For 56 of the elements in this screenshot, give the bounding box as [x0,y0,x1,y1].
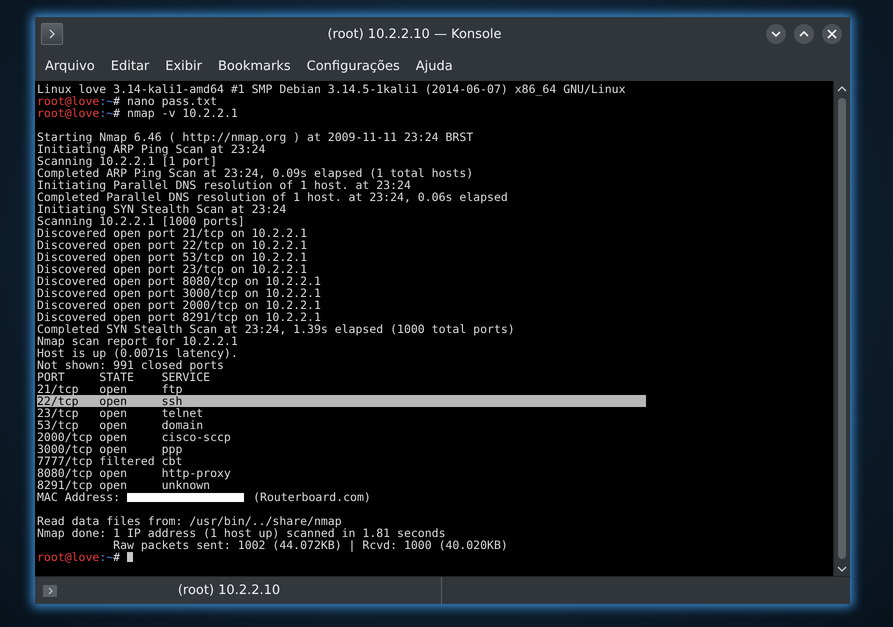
menu-item[interactable]: Arquivo [37,58,103,74]
terminal-line: Nmap done: 1 IP address (1 host up) scanned in 1.81 seconds [37,527,446,539]
scroll-up-icon[interactable] [837,85,847,93]
menu-item[interactable]: Bookmarks [210,58,299,74]
terminal-line: 7777/tcp filtered cbt [37,455,182,467]
terminal-line: Initiating SYN Stealth Scan at 23:24 [37,203,286,215]
menu-item[interactable]: Exibir [157,58,210,74]
terminal-line: Completed SYN Stealth Scan at 23:24, 1.39s elapsed (1000 total ports) [37,323,515,335]
terminal-line: Host is up (0.0071s latency). [37,347,238,359]
terminal-line: PORT STATE SERVICE [37,371,210,383]
terminal-line: 21/tcp open ftp [37,383,182,395]
terminal-line: Scanning 10.2.2.1 [1 port] [37,155,218,167]
terminal-line: 23/tcp open telnet [37,407,204,419]
terminal-line: Completed ARP Ping Scan at 23:24, 0.09s elapsed (1 total hosts) [37,167,474,179]
terminal-line: Discovered open port 8080/tcp on 10.2.2.1 [37,275,321,287]
terminal-line: Initiating Parallel DNS resolution of 1 host. at 23:24 [37,179,411,191]
terminal-line: Discovered open port 2000/tcp on 10.2.2.1 [37,299,321,311]
close-icon [826,28,838,40]
terminal-line: Raw packets sent: 1002 (44.072KB) | Rcvd: 1000 (40.020KB) [112,539,508,551]
minimize-button[interactable] [766,24,786,44]
maximize-button[interactable] [794,24,814,44]
terminal-app-button[interactable] [41,23,63,45]
terminal-line: Read data files from: /usr/bin/../share/nmap [37,515,342,527]
terminal-line: Discovered open port 23/tcp on 10.2.2.1 [37,263,308,275]
terminal-line: 8291/tcp open unknown [37,479,210,491]
scrollbar[interactable] [833,81,850,576]
terminal-line: Discovered open port 21/tcp on 10.2.2.1 [37,227,308,239]
scroll-down-icon[interactable] [837,565,847,573]
terminal-line: Discovered open port 22/tcp on 10.2.2.1 [37,239,308,251]
terminal-line: Initiating ARP Ping Scan at 23:24 [37,143,266,155]
scrollbar-thumb[interactable] [838,98,846,559]
prompt-line: root@love:~# [37,551,120,563]
terminal-line: Completed Parallel DNS resolution of 1 host. at 23:24, 0.06s elapsed [37,191,508,203]
menu-item[interactable]: Configurações [298,58,408,74]
window-title: (root) 10.2.2.10 — Konsole [326,26,503,42]
prompt-line: root@love:~# nmap -v 10.2.2.1 [37,107,238,119]
terminal-line: 2000/tcp open cisco-sccp [37,431,231,443]
terminal-line: Discovered open port 3000/tcp on 10.2.2.1 [37,287,321,299]
terminal-line: Not shown: 991 closed ports [37,359,224,371]
menu-item[interactable]: Editar [102,58,158,74]
menu-item[interactable]: Ajuda [408,58,461,74]
close-button[interactable] [822,24,842,44]
terminal-line: Linux love 3.14-kali1-amd64 #1 SMP Debian 3.14.5-1kali1 (2014-06-07) x86_64 GNU/Linux [37,83,626,95]
terminal-line: Discovered open port 53/tcp on 10.2.2.1 [37,251,308,263]
terminal-line: 3000/tcp open ppp [37,443,182,455]
terminal-line: MAC Address: [37,491,120,503]
terminal-line: (Routerboard.com) [253,491,371,503]
terminal-line: 8080/tcp open http-proxy [37,467,231,479]
chevron-right-icon [46,586,54,596]
terminal-line: 53/tcp open domain [37,419,204,431]
prompt-line: root@love:~# nano pass.txt [37,95,218,107]
terminal-line: Scanning 10.2.2.1 [1000 ports] [37,215,245,227]
terminal-line: Discovered open port 8291/tcp on 10.2.2.1 [37,311,321,323]
terminal-line: Starting Nmap 6.46 ( http://nmap.org ) at 2009-11-11 23:24 BRST [37,131,474,143]
chevron-right-icon [47,28,57,40]
terminal-line: Nmap scan report for 10.2.2.1 [37,335,238,347]
